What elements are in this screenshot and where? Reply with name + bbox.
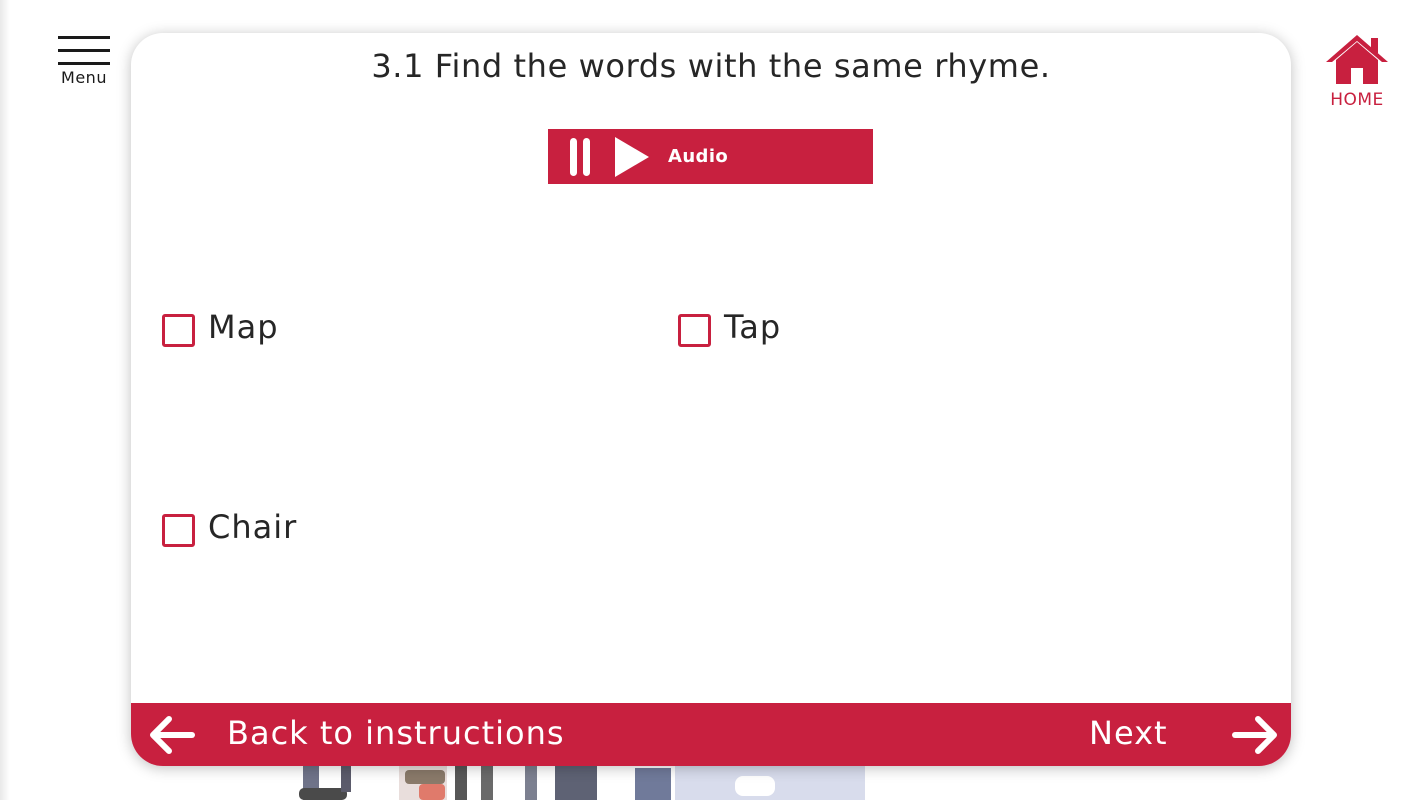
menu-label: Menu	[61, 68, 107, 87]
pause-icon	[570, 138, 577, 176]
checkbox[interactable]	[678, 314, 711, 347]
hamburger-menu-icon-line	[58, 49, 110, 52]
pause-button[interactable]	[568, 138, 592, 176]
checkbox[interactable]	[162, 314, 195, 347]
home-label: HOME	[1330, 90, 1384, 110]
arrow-left-icon	[150, 716, 195, 754]
hamburger-menu-icon-line	[58, 62, 110, 65]
audio-player: Audio	[548, 129, 873, 184]
checkbox[interactable]	[162, 514, 195, 547]
option-label: Chair	[208, 508, 298, 546]
next-label: Next	[1089, 714, 1168, 752]
option-label: Tap	[724, 308, 782, 346]
back-label: Back to instructions	[227, 714, 565, 752]
pause-icon-bar	[583, 138, 590, 176]
footer-nav-bar: Back to instructions Next	[131, 703, 1291, 766]
left-edge-shade	[0, 0, 10, 800]
option-label: Map	[208, 308, 279, 346]
question-title: 3.1 Find the words with the same rhyme.	[371, 47, 1051, 85]
arrow-right-icon	[1232, 716, 1277, 754]
audio-label: Audio	[668, 146, 729, 167]
play-icon[interactable]	[615, 137, 649, 177]
page: Menu HOME 3.1 Find the words with the sa…	[0, 0, 1422, 800]
hamburger-menu-icon	[58, 36, 110, 39]
next-button[interactable]: Next	[1086, 703, 1286, 766]
back-to-instructions-button[interactable]: Back to instructions	[145, 703, 605, 766]
menu-button[interactable]: Menu	[56, 36, 112, 88]
home-button[interactable]: HOME	[1318, 30, 1396, 114]
question-card: 3.1 Find the words with the same rhyme. …	[131, 33, 1291, 766]
home-icon	[1326, 35, 1388, 84]
